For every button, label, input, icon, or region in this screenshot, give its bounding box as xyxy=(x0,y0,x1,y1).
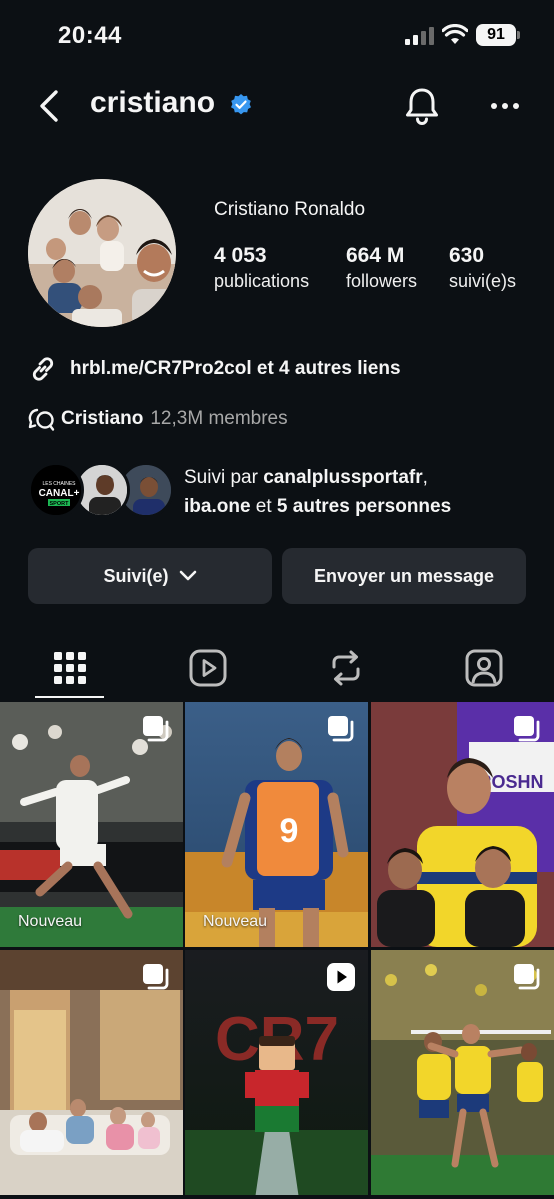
followed-by-separator: , xyxy=(422,467,428,488)
stat-followers-label: followers xyxy=(346,271,418,291)
tab-reels[interactable] xyxy=(173,636,243,700)
community-name: Cristiano xyxy=(61,408,144,429)
profile-tabs xyxy=(0,636,554,702)
status-bar: 20:44 91 xyxy=(0,0,554,70)
post-thumbnail-3[interactable]: ROSHN xyxy=(371,702,554,947)
stat-following[interactable]: 630 suivi(e)s xyxy=(449,244,516,292)
carousel-icon xyxy=(328,716,354,742)
back-arrow-icon[interactable] xyxy=(34,88,62,124)
avatar-photo xyxy=(28,179,176,327)
stat-publications-value: 4 053 xyxy=(214,244,267,267)
bio-link-text: hrbl.me/CR7Pro2col et 4 autres liens xyxy=(70,358,401,379)
grid-icon xyxy=(54,652,86,684)
mutual-follower-avatar-1: LES CHAINES CANAL+ SPORT xyxy=(28,462,84,518)
broadcast-channel-icon xyxy=(28,408,55,431)
stat-followers[interactable]: 664 M followers xyxy=(346,244,417,292)
notification-bell-icon[interactable] xyxy=(404,86,440,126)
post-thumbnail-1[interactable]: Nouveau xyxy=(0,702,183,947)
stat-following-value: 630 xyxy=(449,244,485,267)
reposts-icon xyxy=(332,650,360,686)
carousel-icon xyxy=(143,716,169,742)
posts-grid: Nouveau 9 Nouveau ROSHN xyxy=(0,702,554,1199)
chevron-down-icon xyxy=(179,570,196,581)
mutual-followers-text: Suivi par canalplussportafr, iba.one et 5… xyxy=(184,463,451,521)
jersey-number-text: 9 xyxy=(280,812,299,850)
active-tab-indicator xyxy=(35,696,104,698)
community-channel[interactable]: Cristiano 12,3M membres xyxy=(28,404,288,434)
tab-reposts[interactable] xyxy=(311,636,381,700)
post-thumbnail-6[interactable] xyxy=(371,950,554,1195)
post-new-label: Nouveau xyxy=(18,913,83,930)
carousel-icon xyxy=(143,964,169,990)
cellular-signal-icon xyxy=(405,27,434,45)
stat-followers-value: 664 M xyxy=(346,244,405,267)
post-thumbnail-4[interactable] xyxy=(0,950,183,1195)
send-message-button[interactable]: Envoyer un message xyxy=(282,548,526,604)
following-button-label: Suivi(e) xyxy=(103,565,169,586)
carousel-icon xyxy=(514,716,540,742)
community-member-count: 12,3M membres xyxy=(150,408,288,429)
send-message-button-label: Envoyer un message xyxy=(313,565,495,586)
canal-logo-line1: LES CHAINES xyxy=(42,481,76,487)
post-new-label: Nouveau xyxy=(203,913,268,930)
profile-full-name: Cristiano Ronaldo xyxy=(214,199,366,220)
verified-badge-icon xyxy=(231,94,251,115)
post-thumbnail-2[interactable]: 9 Nouveau xyxy=(185,702,368,947)
tab-posts-grid[interactable] xyxy=(35,636,105,700)
reels-icon xyxy=(189,649,227,687)
mutual-followers[interactable]: LES CHAINES CANAL+ SPORT Suivi par canal… xyxy=(28,461,538,521)
tab-tagged[interactable] xyxy=(449,636,519,700)
carousel-icon xyxy=(514,964,540,990)
followed-by-user-1[interactable]: canalplussportafr xyxy=(263,467,422,488)
status-time: 20:44 xyxy=(58,22,122,49)
profile-header: cristiano xyxy=(0,78,554,134)
battery-cap xyxy=(517,31,520,39)
bio-link[interactable]: hrbl.me/CR7Pro2col et 4 autres liens xyxy=(28,353,401,385)
followed-by-others[interactable]: 5 autres personnes xyxy=(277,496,451,517)
followed-by-user-2[interactable]: iba.one xyxy=(184,496,251,517)
stat-publications[interactable]: 4 053 publications xyxy=(214,244,309,292)
profile-username: cristiano xyxy=(90,86,216,119)
reel-icon xyxy=(327,963,355,991)
canal-logo-line2: CANAL+ xyxy=(39,488,80,499)
profile-avatar[interactable] xyxy=(28,179,176,327)
link-icon xyxy=(32,357,54,381)
battery-icon: 91 xyxy=(476,24,516,46)
followed-by-and: et xyxy=(250,496,277,517)
canal-logo-line3: SPORT xyxy=(50,501,70,507)
stat-following-label: suivi(e)s xyxy=(449,271,517,291)
followed-by-prefix: Suivi par xyxy=(184,467,264,488)
wifi-icon xyxy=(442,24,468,44)
following-button[interactable]: Suivi(e) xyxy=(28,548,272,604)
tagged-icon xyxy=(465,649,503,687)
post-thumbnail-5[interactable]: CR7 xyxy=(185,950,368,1195)
stat-publications-label: publications xyxy=(214,271,310,291)
more-options-icon[interactable] xyxy=(490,102,520,110)
